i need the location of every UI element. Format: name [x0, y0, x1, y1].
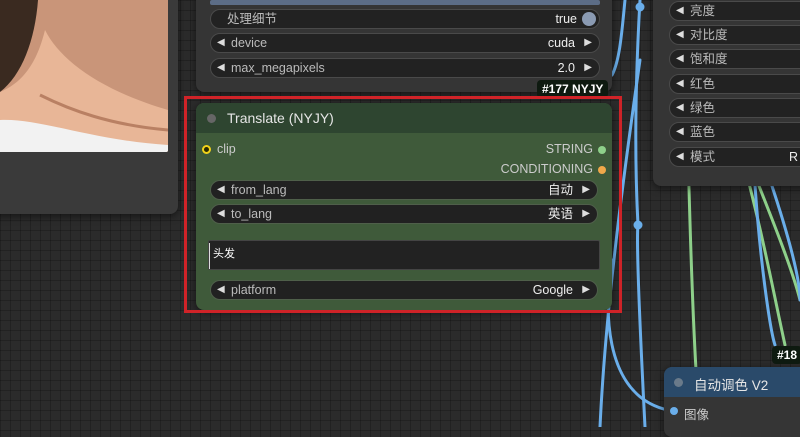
- arrow-left-icon[interactable]: ◀: [676, 99, 684, 117]
- preview-image: [0, 0, 168, 152]
- output-label: STRING: [545, 142, 593, 156]
- widget-label: 绿色: [690, 101, 716, 115]
- from-lang-combo[interactable]: ◀ from_lang 自动 ▶: [210, 180, 598, 200]
- input-socket-icon[interactable]: [202, 145, 211, 154]
- widget-label: 处理细节: [227, 12, 278, 26]
- text-caret: [209, 243, 210, 269]
- output-socket-icon[interactable]: [598, 166, 606, 174]
- arrow-left-icon[interactable]: ◀: [676, 123, 684, 141]
- wire-node: [635, 2, 645, 12]
- widget-label: 蓝色: [690, 125, 716, 139]
- node-top-strip: [210, 0, 600, 5]
- widget-label: 模式: [690, 150, 716, 164]
- arrow-left-icon[interactable]: ◀: [217, 34, 225, 52]
- widget-label: 饱和度: [690, 52, 728, 66]
- node-header[interactable]: 自动调色 V2: [664, 367, 800, 397]
- collapse-dot-icon[interactable]: [207, 114, 216, 123]
- widget-label: 亮度: [690, 4, 716, 18]
- text-input[interactable]: 头发: [208, 240, 600, 270]
- arrow-left-icon[interactable]: ◀: [676, 2, 684, 20]
- output-label: CONDITIONING: [500, 162, 593, 176]
- widget-label: to_lang: [231, 207, 273, 221]
- widget-value: 2.0: [557, 61, 575, 75]
- toggle-knob-icon: [582, 12, 596, 26]
- device-combo[interactable]: ◀ device cuda ▶: [210, 33, 600, 53]
- input-socket-icon[interactable]: [670, 407, 678, 415]
- arrow-right-icon[interactable]: ▶: [582, 181, 590, 199]
- mode-combo[interactable]: ◀ 模式 R: [669, 147, 800, 167]
- settings-node[interactable]: 处理细节 true ◀ device cuda ▶ ◀ max_megapixe…: [196, 0, 612, 92]
- widget-value: cuda: [547, 36, 575, 50]
- arrow-left-icon[interactable]: ◀: [217, 181, 225, 199]
- arrow-left-icon[interactable]: ◀: [676, 75, 684, 93]
- wire-blue: [634, 0, 642, 227]
- node-title: 自动调色 V2: [694, 378, 769, 393]
- widget-value: 自动: [547, 183, 573, 197]
- widget-value: R: [789, 150, 799, 164]
- arrow-right-icon[interactable]: ▶: [582, 205, 590, 223]
- arrow-right-icon[interactable]: ▶: [584, 34, 592, 52]
- node-header[interactable]: Translate (NYJY): [196, 103, 612, 133]
- arrow-left-icon[interactable]: ◀: [217, 281, 225, 299]
- output-socket-icon[interactable]: [598, 146, 606, 154]
- widget-label: device: [231, 36, 268, 50]
- translate-node[interactable]: Translate (NYJY) clip STRING CONDITIONIN…: [196, 103, 612, 310]
- node-id-badge: #18: [772, 346, 800, 364]
- saturation-slider[interactable]: ◀ 饱和度: [669, 49, 800, 69]
- arrow-right-icon[interactable]: ▶: [582, 281, 590, 299]
- arrow-left-icon[interactable]: ◀: [676, 26, 684, 44]
- wire-node: [633, 220, 643, 230]
- arrow-right-icon[interactable]: ▶: [584, 59, 592, 77]
- image-preview-node[interactable]: [0, 0, 178, 214]
- wire-blue: [753, 183, 777, 347]
- to-lang-combo[interactable]: ◀ to_lang 英语 ▶: [210, 204, 598, 224]
- widget-label: max_megapixels: [231, 61, 325, 75]
- blue-slider[interactable]: ◀ 蓝色: [669, 122, 800, 142]
- widget-label: 对比度: [690, 28, 728, 42]
- arrow-left-icon[interactable]: ◀: [676, 148, 684, 166]
- input-label: clip: [217, 142, 236, 156]
- arrow-left-icon[interactable]: ◀: [676, 50, 684, 68]
- wire-blue: [610, 0, 627, 77]
- widget-label: from_lang: [231, 183, 287, 197]
- wire-blue: [606, 258, 670, 412]
- arrow-left-icon[interactable]: ◀: [217, 59, 225, 77]
- widget-label: 红色: [690, 77, 716, 91]
- text-value: 头发: [213, 248, 235, 260]
- widget-value: true: [555, 12, 577, 26]
- red-slider[interactable]: ◀ 红色: [669, 74, 800, 94]
- contrast-slider[interactable]: ◀ 对比度: [669, 25, 800, 45]
- arrow-left-icon[interactable]: ◀: [217, 205, 225, 223]
- widget-value: Google: [532, 283, 573, 297]
- detail-toggle[interactable]: 处理细节 true: [210, 9, 600, 29]
- color-adjust-node[interactable]: ◀ 亮度 ◀ 对比度 ◀ 饱和度 ◀ 红色 ◀ 绿色 ◀ 蓝色 ◀ 模式 R: [653, 0, 800, 186]
- node-id-badge: #177 NYJY: [537, 80, 609, 98]
- wire-blue: [768, 178, 800, 302]
- brightness-slider[interactable]: ◀ 亮度: [669, 1, 800, 21]
- widget-value: 英语: [547, 207, 573, 221]
- platform-combo[interactable]: ◀ platform Google ▶: [210, 280, 598, 300]
- collapse-dot-icon[interactable]: [674, 378, 683, 387]
- wire-blue: [635, 223, 647, 427]
- widget-label: platform: [231, 283, 277, 297]
- green-slider[interactable]: ◀ 绿色: [669, 98, 800, 118]
- input-label: 图像: [684, 408, 710, 422]
- max-megapixels-number[interactable]: ◀ max_megapixels 2.0 ▶: [210, 58, 600, 78]
- node-title: Translate (NYJY): [227, 110, 334, 126]
